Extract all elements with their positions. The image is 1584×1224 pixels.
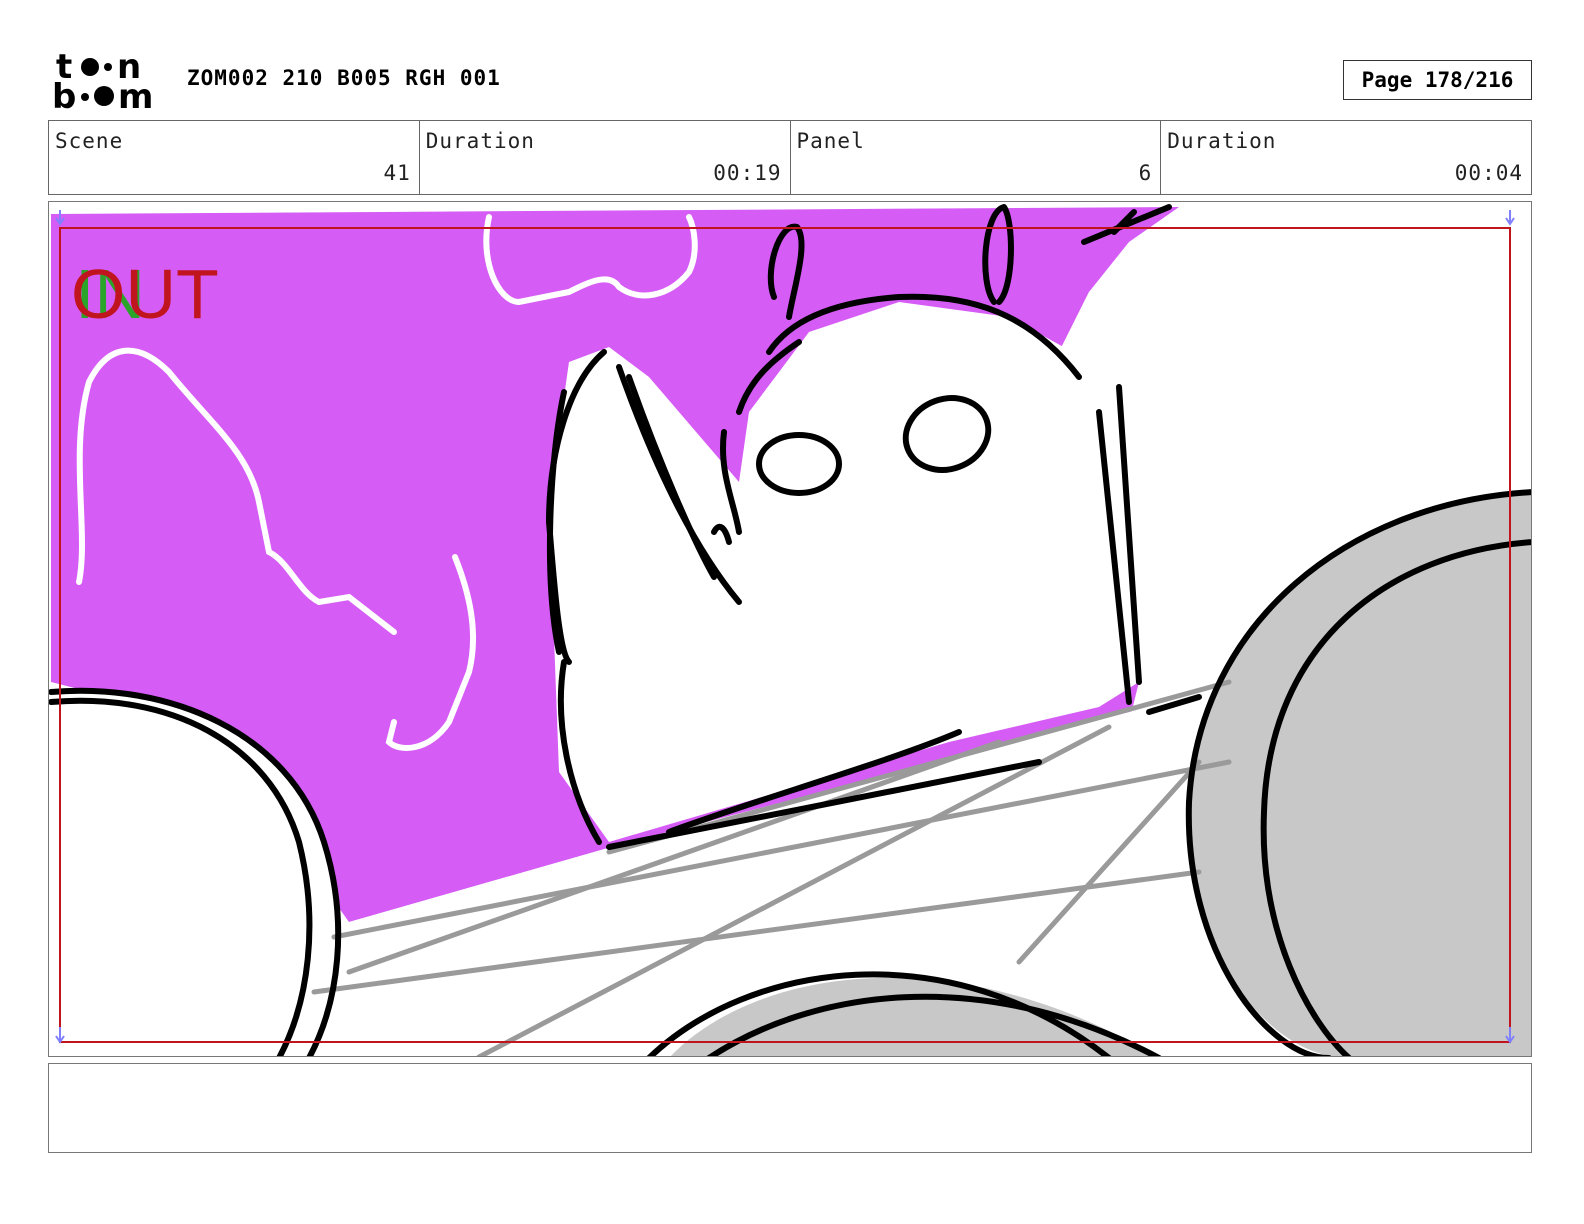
scene-duration-label: Duration — [425, 129, 535, 153]
scene-label: Scene — [55, 129, 124, 153]
panel-label: Panel — [796, 129, 865, 153]
scene-duration-cell: Duration 00:19 — [420, 121, 791, 194]
scene-duration-value: 00:19 — [713, 161, 782, 185]
page-indicator: Page 178/216 — [1343, 60, 1532, 100]
panel-info-table: Scene 41 Duration 00:19 Panel 6 Duration… — [48, 120, 1532, 195]
scene-cell: Scene 41 — [49, 121, 420, 194]
panel-duration-value: 00:04 — [1454, 161, 1523, 185]
out-marker: OUT — [71, 255, 219, 333]
document-title: ZOM002 210 B005 RGH 001 — [187, 66, 501, 90]
svg-text:m: m — [118, 77, 153, 112]
panel-drawing: IN OUT — [49, 204, 1531, 1056]
toon-boom-logo: t n b m — [50, 47, 165, 117]
storyboard-panel: IN OUT — [48, 201, 1532, 1057]
panel-duration-label: Duration — [1167, 129, 1277, 153]
panel-cell: Panel 6 — [791, 121, 1162, 194]
svg-text:b: b — [52, 77, 76, 112]
panel-value: 6 — [1138, 161, 1153, 185]
panel-notes-box[interactable] — [48, 1063, 1532, 1153]
scene-value: 41 — [383, 161, 411, 185]
panel-duration-cell: Duration 00:04 — [1161, 121, 1531, 194]
